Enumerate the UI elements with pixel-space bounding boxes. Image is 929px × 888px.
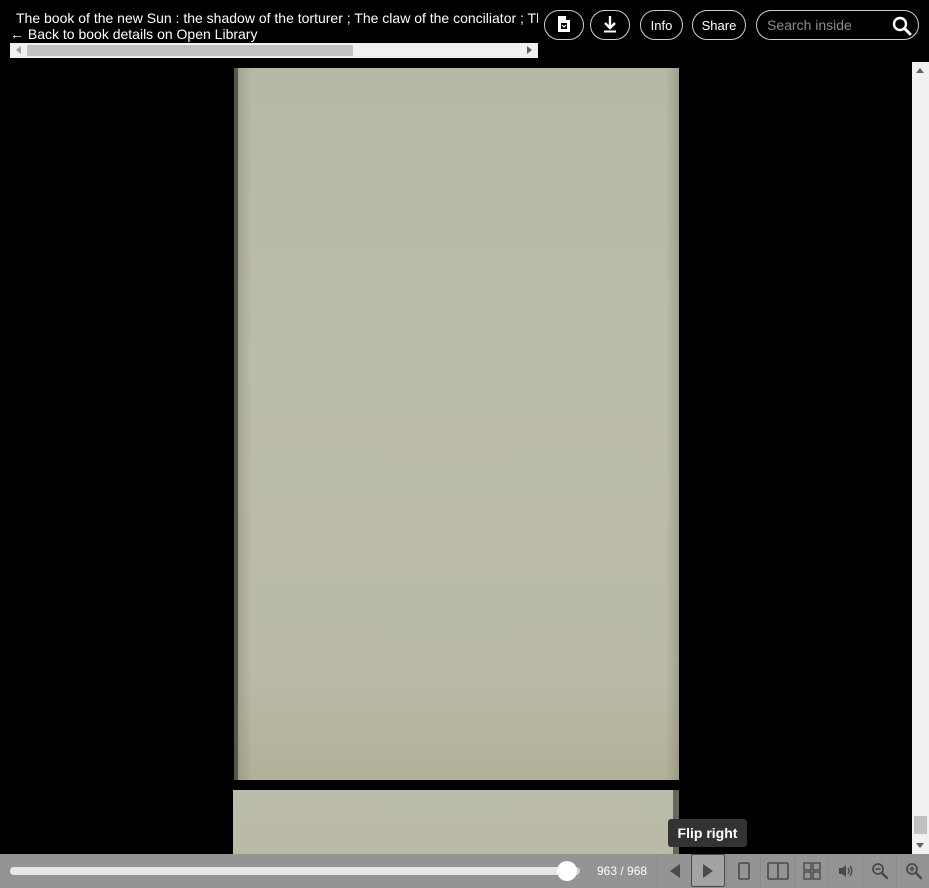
thumbnail-view-button[interactable] — [794, 854, 828, 888]
page-slider-fill — [10, 867, 567, 875]
thumbnail-view-icon — [802, 861, 822, 881]
document-icon — [556, 15, 572, 36]
flip-right-button[interactable] — [691, 854, 725, 887]
book-viewport[interactable] — [0, 62, 912, 854]
two-page-view-icon — [766, 861, 790, 881]
zoom-in-icon — [905, 862, 923, 880]
page-slider-handle[interactable] — [557, 861, 577, 881]
search-box[interactable] — [756, 10, 919, 40]
page-count: 963 / 968 — [597, 864, 648, 878]
zoom-out-button[interactable] — [862, 854, 896, 888]
page-shading — [238, 68, 679, 780]
vertical-scrollbar[interactable] — [912, 62, 929, 854]
pdf-download-button[interactable] — [544, 10, 584, 40]
next-book-page[interactable] — [233, 790, 679, 854]
back-to-book-details-link[interactable]: ← Back to book details on Open Library — [10, 26, 257, 42]
page-slider[interactable] — [10, 861, 580, 881]
download-icon — [602, 15, 618, 36]
read-aloud-button[interactable] — [828, 854, 862, 888]
horizontal-scrollbar[interactable] — [10, 43, 538, 58]
header: The book of the new Sun : the shadow of … — [0, 0, 929, 62]
one-page-view-button[interactable] — [726, 854, 760, 888]
download-button[interactable] — [590, 10, 630, 40]
bottom-navbar: 963 / 968 — [0, 854, 929, 888]
search-input[interactable] — [767, 15, 887, 35]
zoom-out-icon — [871, 862, 889, 880]
book-page[interactable] — [234, 68, 679, 780]
two-page-view-button[interactable] — [760, 854, 794, 888]
info-button[interactable]: Info — [640, 10, 683, 40]
read-aloud-icon — [837, 863, 855, 879]
flip-left-button[interactable] — [657, 854, 691, 888]
search-icon[interactable] — [892, 16, 912, 36]
one-page-view-icon — [737, 861, 751, 881]
title-area: The book of the new Sun : the shadow of … — [10, 8, 538, 44]
scroll-down-arrow[interactable] — [916, 843, 924, 848]
share-button[interactable]: Share — [692, 10, 746, 40]
flip-left-icon — [668, 863, 682, 879]
scroll-left-arrow[interactable] — [16, 46, 21, 54]
flip-right-tooltip: Flip right — [668, 819, 747, 847]
scroll-up-arrow[interactable] — [916, 68, 924, 73]
horizontal-scroll-thumb[interactable] — [27, 45, 353, 56]
flip-right-icon — [701, 863, 715, 879]
vertical-scroll-thumb[interactable] — [914, 816, 927, 834]
scroll-right-arrow[interactable] — [527, 46, 532, 54]
zoom-in-button[interactable] — [896, 854, 929, 888]
book-title: The book of the new Sun : the shadow of … — [16, 10, 538, 26]
